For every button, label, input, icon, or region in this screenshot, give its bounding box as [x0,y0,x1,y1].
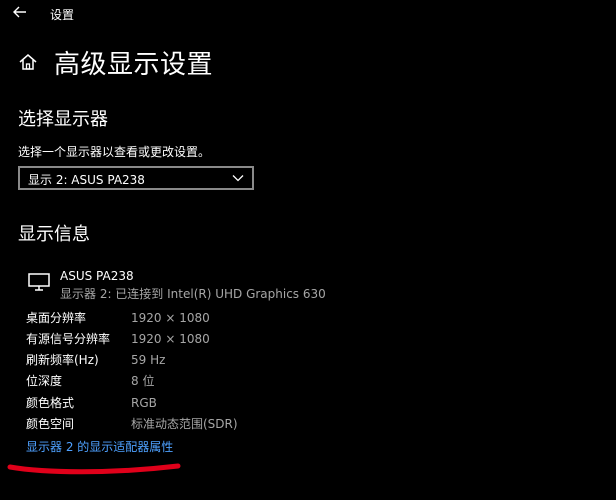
info-label: 颜色格式 [26,396,75,410]
info-label: 桌面分辨率 [26,311,87,325]
display-info-heading: 显示信息 [18,224,90,245]
display-select-dropdown[interactable]: 显示 2: ASUS PA238 [18,166,254,190]
monitor-name: ASUS PA238 [60,269,134,283]
monitor-icon [28,273,50,291]
window-title: 设置 [50,8,75,22]
back-arrow-icon [13,6,26,18]
info-value: 8 位 [131,374,155,388]
info-value: 59 Hz [131,353,166,367]
select-display-heading: 选择显示器 [18,109,108,130]
info-value: 标准动态范围(SDR) [131,417,238,431]
info-label: 位深度 [26,374,63,388]
home-icon [19,54,37,70]
info-value: RGB [131,396,157,410]
dropdown-selected-value: 显示 2: ASUS PA238 [28,173,145,187]
info-label: 颜色空间 [26,417,75,431]
page-title: 高级显示设置 [54,50,214,80]
back-button[interactable] [10,4,30,24]
info-value: 1920 × 1080 [131,311,210,325]
red-underline-annotation [7,463,181,475]
select-display-description: 选择一个显示器以查看或更改设置。 [18,145,211,159]
info-value: 1920 × 1080 [131,332,210,346]
info-label: 刷新频率(Hz) [26,353,99,367]
chevron-down-icon [232,175,244,182]
monitor-connection: 显示器 2: 已连接到 Intel(R) UHD Graphics 630 [60,287,326,301]
info-label: 有源信号分辨率 [26,332,111,346]
display-adapter-properties-link[interactable]: 显示器 2 的显示适配器属性 [26,438,173,455]
